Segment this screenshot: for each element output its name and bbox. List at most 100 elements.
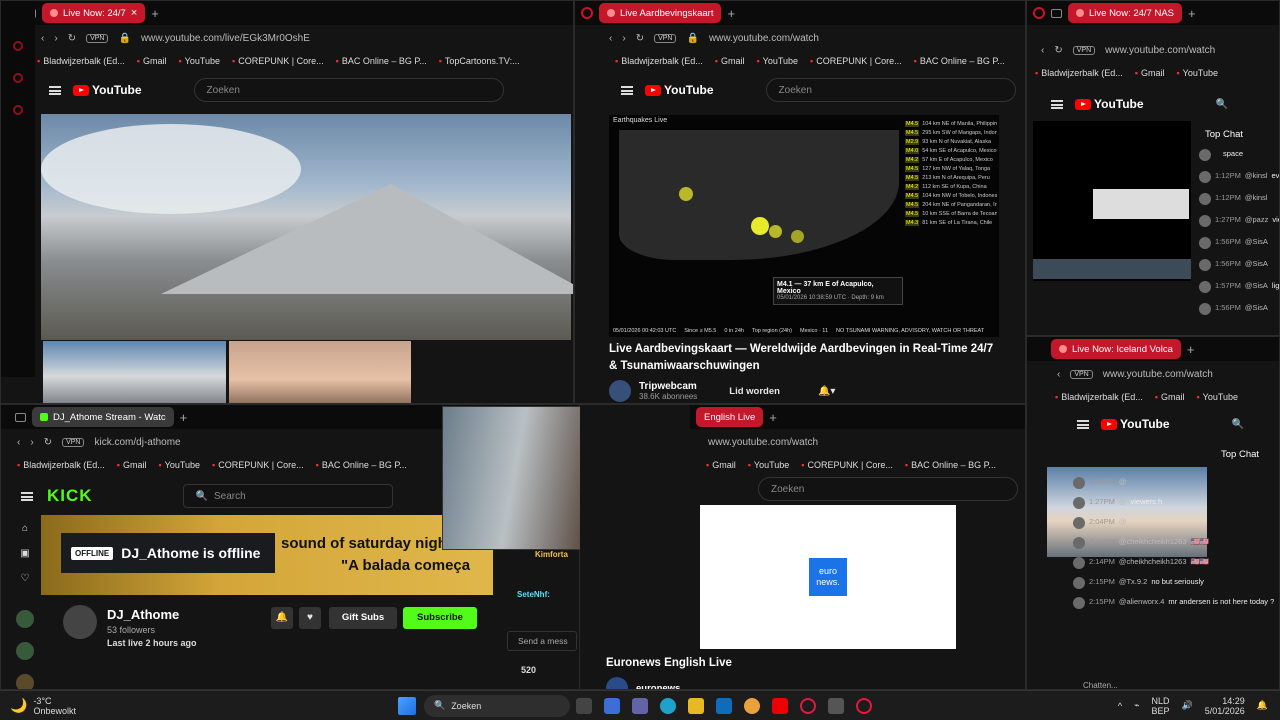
avatar[interactable]: [1199, 237, 1211, 249]
reload-icon[interactable]: ↻: [68, 33, 76, 44]
opera-gx-icon[interactable]: [799, 697, 816, 714]
new-tab-icon[interactable]: +: [1187, 342, 1195, 357]
bookmark-item[interactable]: Gmail: [137, 56, 167, 66]
avatar[interactable]: [1073, 497, 1085, 509]
follow-button[interactable]: ♥: [299, 607, 321, 629]
sidebar-icon[interactable]: [13, 41, 23, 51]
chrome-icon[interactable]: [743, 697, 760, 714]
chat-input[interactable]: Send a mess: [507, 631, 577, 651]
streamer-name[interactable]: DJ_Athome: [107, 607, 179, 622]
bookmark-item[interactable]: Bladwijzerbalk (Ed...: [17, 460, 105, 470]
avatar[interactable]: [606, 677, 628, 689]
weather-icon[interactable]: 🌙: [10, 697, 27, 714]
opera-icon[interactable]: [1033, 7, 1045, 19]
reload-icon[interactable]: ↻: [1054, 45, 1062, 56]
close-icon[interactable]: ×: [131, 7, 137, 19]
chat-name[interactable]: @: [1119, 477, 1127, 486]
avatar[interactable]: [1199, 215, 1211, 227]
chat-header[interactable]: Top Chat: [1205, 129, 1243, 140]
vpn-badge[interactable]: VPN: [62, 437, 85, 447]
menu-icon[interactable]: [49, 85, 61, 95]
channel-name[interactable]: Tripwebcam: [639, 381, 697, 392]
streamer-avatar[interactable]: [63, 605, 97, 639]
search-input[interactable]: Zoeken: [765, 78, 1016, 102]
avatar[interactable]: [1199, 149, 1211, 161]
home-icon[interactable]: ⌂: [22, 523, 28, 534]
search-input[interactable]: Zoeken: [758, 477, 1018, 501]
avatar[interactable]: [1073, 477, 1085, 489]
gift-subs-button[interactable]: Gift Subs: [329, 607, 397, 629]
tab-live[interactable]: English Live: [696, 407, 764, 427]
bookmark-item[interactable]: BAC Online – BG P...: [914, 56, 1005, 66]
chat-name[interactable]: @SisA: [1245, 259, 1268, 268]
search-icon[interactable]: 🔍: [1216, 99, 1228, 110]
chat-name[interactable]: @cheikhcheikh1263: [1119, 537, 1187, 546]
heart-icon[interactable]: ♡: [21, 573, 30, 584]
avatar[interactable]: [1199, 193, 1211, 205]
workspace-icon[interactable]: [1051, 8, 1062, 18]
avatar[interactable]: [609, 380, 631, 402]
thumbnail[interactable]: [43, 341, 226, 403]
reload-icon[interactable]: ↻: [44, 437, 52, 448]
reload-icon[interactable]: ↻: [636, 33, 644, 44]
avatar[interactable]: [1073, 537, 1085, 549]
back-icon[interactable]: ‹: [1057, 369, 1060, 380]
bookmark-item[interactable]: BAC Online – BG P...: [316, 460, 407, 470]
youtube-logo[interactable]: YouTube: [1075, 97, 1144, 111]
teams-icon[interactable]: [631, 697, 648, 714]
tab-live[interactable]: Live Now: 24/7 NAS: [1068, 3, 1183, 23]
notify-button[interactable]: 🔔: [271, 607, 293, 629]
chat-name[interactable]: @: [1119, 517, 1127, 526]
new-tab-icon[interactable]: +: [180, 410, 188, 425]
forward-icon[interactable]: ›: [54, 33, 57, 44]
avatar[interactable]: [16, 674, 34, 689]
new-tab-icon[interactable]: +: [727, 6, 735, 21]
bookmark-item[interactable]: Gmail: [117, 460, 147, 470]
avatar[interactable]: [16, 642, 34, 660]
video-player[interactable]: euro news.: [700, 505, 956, 649]
video-player[interactable]: [1033, 121, 1191, 281]
youtube-logo[interactable]: YouTube: [645, 83, 714, 97]
offline-banner[interactable]: sound of saturday night "A balada começa…: [41, 515, 493, 595]
chat-name[interactable]: @pazz: [1245, 215, 1268, 224]
url-text[interactable]: www.youtube.com/watch: [708, 437, 818, 448]
points-count[interactable]: 520: [521, 665, 536, 675]
menu-icon[interactable]: [21, 491, 33, 501]
avatar[interactable]: [1199, 171, 1211, 183]
url-text[interactable]: www.youtube.com/watch: [1105, 45, 1215, 56]
bell-icon[interactable]: 🔔▾: [818, 386, 835, 397]
chat-name[interactable]: @SisA: [1245, 281, 1268, 290]
opera-icon[interactable]: [855, 697, 872, 714]
workspace-icon[interactable]: [15, 412, 26, 422]
bookmark-item[interactable]: YouTube: [158, 460, 200, 470]
explorer-icon[interactable]: [687, 697, 704, 714]
avatar[interactable]: [1199, 259, 1211, 271]
bookmark-item[interactable]: BAC Online – BG P...: [336, 56, 427, 66]
forward-icon[interactable]: ›: [30, 437, 33, 448]
task-view-icon[interactable]: [575, 697, 592, 714]
vpn-badge[interactable]: VPN: [1072, 45, 1096, 55]
url-text[interactable]: www.youtube.com/watch: [1103, 369, 1213, 380]
bookmark-item[interactable]: Bladwijzerbalk (Ed...: [1035, 68, 1123, 78]
chat-name[interactable]: @: [1119, 497, 1127, 506]
new-tab-icon[interactable]: +: [1188, 6, 1196, 21]
vpn-badge[interactable]: VPN: [654, 33, 677, 43]
clock-time[interactable]: 14:29: [1205, 696, 1245, 706]
volume-icon[interactable]: 🔊: [1182, 700, 1193, 711]
forward-icon[interactable]: ›: [622, 33, 625, 44]
new-tab-icon[interactable]: +: [151, 6, 159, 21]
notification-icon[interactable]: 🔔: [1257, 700, 1268, 711]
avatar[interactable]: [1073, 577, 1085, 589]
tab-live[interactable]: Live Now: Iceland Volca: [1051, 339, 1181, 359]
avatar[interactable]: [1199, 281, 1211, 293]
earthquake-map[interactable]: Earthquakes Live M4.1 — 37 km E of Acapu…: [609, 115, 999, 337]
bookmark-item[interactable]: Bladwijzerbalk (Ed...: [615, 56, 703, 66]
url-text[interactable]: www.youtube.com/live/EGk3Mr0OshE: [141, 33, 310, 44]
bookmark-item[interactable]: COREPUNK | Core...: [810, 56, 901, 66]
start-button[interactable]: [397, 696, 416, 715]
network-icon[interactable]: ⌁: [1134, 700, 1139, 711]
back-icon[interactable]: ‹: [1041, 45, 1044, 56]
chat-name[interactable]: @Tx.9.2: [1119, 577, 1147, 586]
menu-icon[interactable]: [1077, 419, 1089, 429]
new-tab-icon[interactable]: +: [769, 410, 777, 425]
